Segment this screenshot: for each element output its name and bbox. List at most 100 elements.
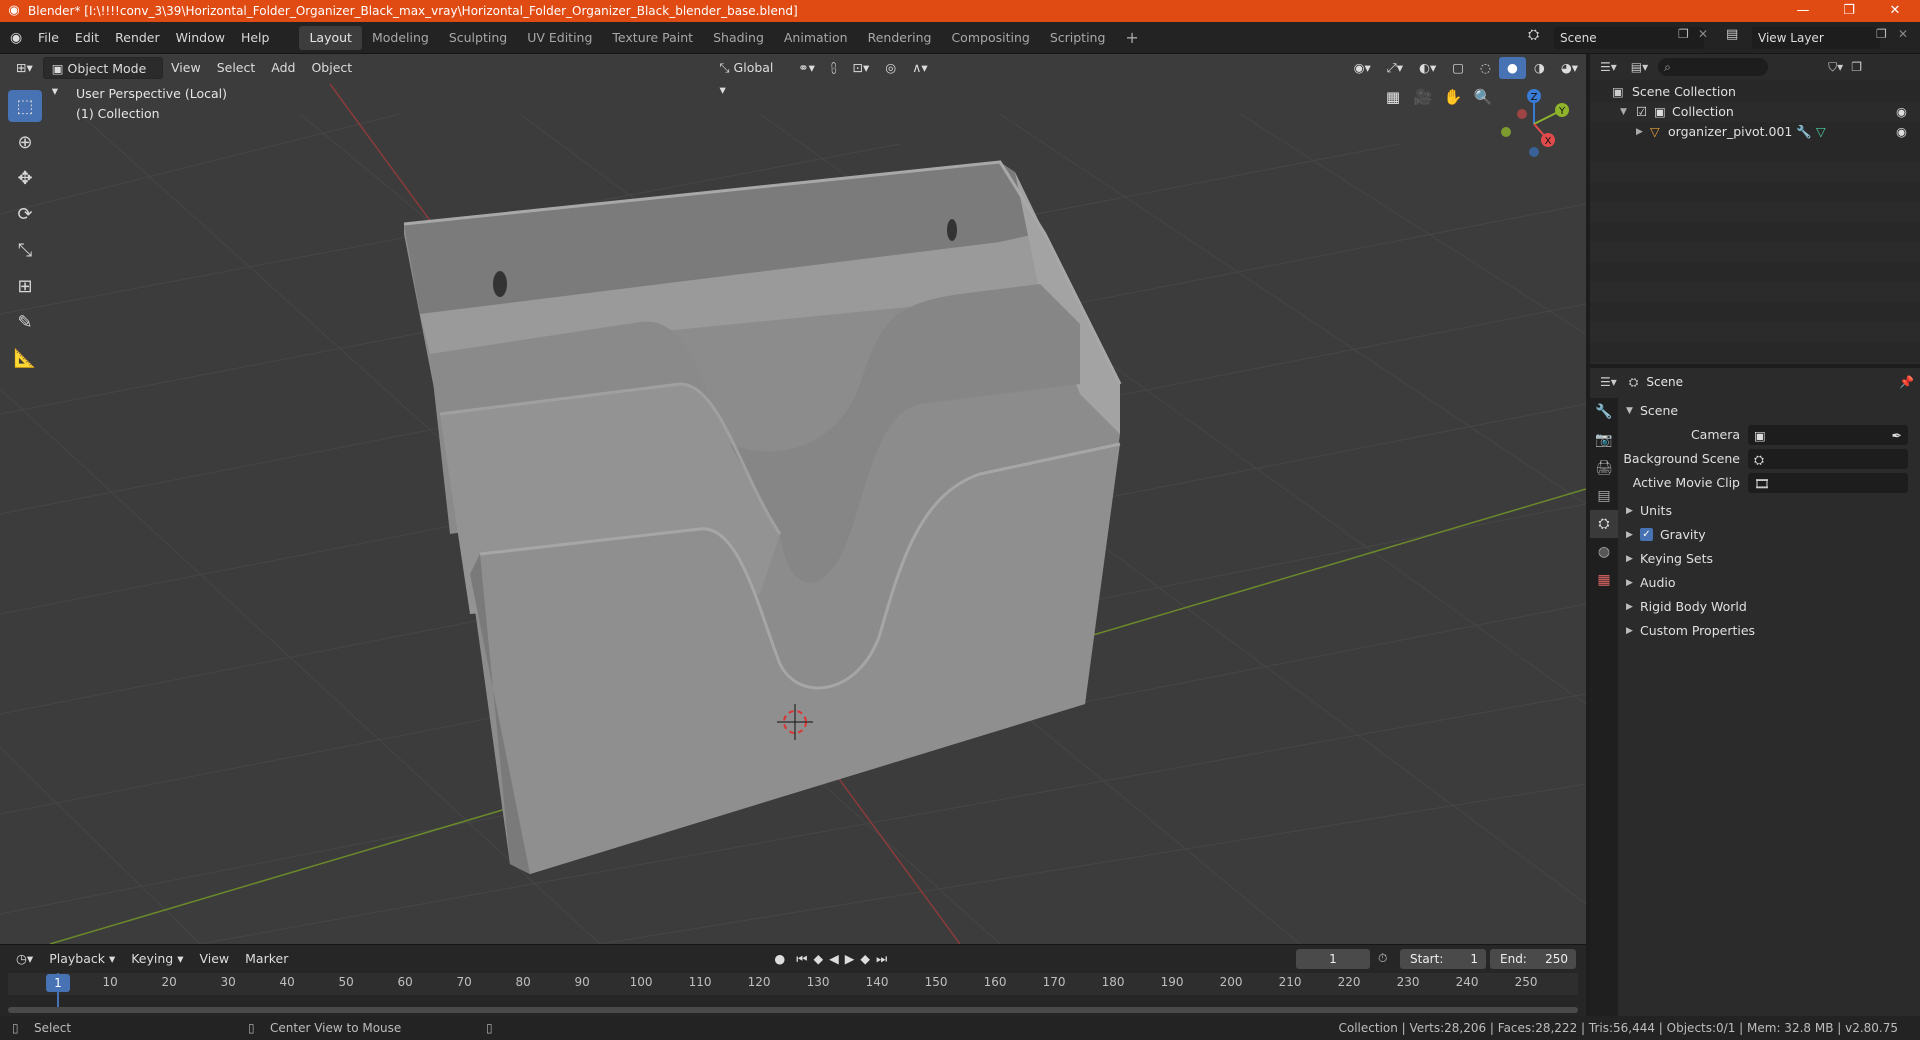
expand-arrow-icon[interactable]: ▼	[1620, 102, 1627, 122]
transform-orientation-dropdown[interactable]: ⤡ Global ▾	[712, 57, 791, 97]
jump-end-icon[interactable]: ⏭	[873, 948, 890, 970]
blender-menu-icon[interactable]: ◉	[10, 30, 24, 46]
menu-add[interactable]: Add	[263, 57, 303, 79]
play-reverse-icon[interactable]: ◀	[826, 948, 842, 970]
filter-icon[interactable]: ⛉▾	[1828, 60, 1843, 75]
transform-icon[interactable]: ⊞	[8, 270, 42, 302]
scale-icon[interactable]: ⤡	[8, 234, 42, 266]
expand-arrow-icon[interactable]: ▶	[1636, 122, 1643, 142]
end-frame-field[interactable]: End: 250	[1490, 949, 1576, 969]
pan-hand-icon[interactable]: ✋	[1440, 84, 1466, 110]
current-frame-field[interactable]: 1	[1296, 949, 1370, 969]
shading-wireframe-icon[interactable]: ◌	[1472, 57, 1499, 79]
menu-playback[interactable]: Playback ▾	[41, 948, 123, 970]
proportional-edit-icon[interactable]: ◎	[877, 57, 904, 79]
outliner-search-input[interactable]: ⌕	[1658, 58, 1769, 76]
measure-icon[interactable]: 📐	[8, 342, 42, 374]
visibility-icon[interactable]: ◉▾	[1346, 57, 1379, 79]
menu-window[interactable]: Window	[168, 22, 233, 54]
tab-compositing[interactable]: Compositing	[941, 26, 1039, 50]
menu-edit[interactable]: Edit	[67, 22, 107, 54]
overlay-icon[interactable]: ◐▾	[1411, 57, 1444, 79]
record-icon[interactable]: ●	[766, 948, 793, 970]
scene-tab-icon[interactable]: ⛭	[1590, 510, 1618, 538]
falloff-icon[interactable]: ∧▾	[904, 57, 935, 79]
subpanel-rigid-body-world[interactable]: ▶ Rigid Body World	[1620, 596, 1920, 618]
tab-shading[interactable]: Shading	[703, 26, 774, 50]
jump-start-icon[interactable]: ⏮	[793, 948, 810, 970]
display-mode-icon[interactable]: ▤▾	[1631, 60, 1648, 74]
next-keyframe-icon[interactable]: ◆	[857, 948, 873, 970]
restore-icon[interactable]: ❐	[1826, 0, 1872, 22]
3d-viewport[interactable]: ⊞▾ ▣ Object Mode ▾ View Select Add Objec…	[0, 54, 1586, 944]
menu-view[interactable]: View	[163, 57, 209, 79]
outliner-row-object[interactable]: ▶ ▽ organizer_pivot.001 🔧 ▽ ◉	[1590, 122, 1920, 142]
scene-panel-header[interactable]: ▼ Scene	[1620, 400, 1920, 422]
zoom-icon[interactable]: 🔍	[1470, 84, 1496, 110]
snap-icon[interactable]: ⩉	[823, 57, 845, 79]
editor-type-icon[interactable]: ⊞▾	[8, 57, 41, 79]
world-tab-icon[interactable]: ◍	[1590, 538, 1618, 566]
snap-target-icon[interactable]: ⊡▾	[845, 57, 878, 79]
timeline-scrollbar[interactable]	[8, 1007, 1578, 1013]
active-movie-clip-field[interactable]: 🎞	[1748, 473, 1908, 493]
rotate-icon[interactable]: ⟳	[8, 198, 42, 230]
minimize-icon[interactable]: —	[1780, 0, 1826, 22]
outliner-row-collection[interactable]: ▼ ☑ ▣ Collection ◉	[1590, 102, 1920, 122]
view-layer-tab-icon[interactable]: ▤	[1590, 482, 1618, 510]
select-box-icon[interactable]: ⬚	[8, 90, 42, 122]
move-icon[interactable]: ✥	[8, 162, 42, 194]
pin-icon[interactable]: 📌	[1899, 375, 1914, 389]
tab-animation[interactable]: Animation	[774, 26, 858, 50]
render-tab-icon[interactable]: 📷	[1590, 426, 1618, 454]
menu-keying[interactable]: Keying ▾	[123, 948, 191, 970]
texture-tab-icon[interactable]: ▦	[1590, 566, 1618, 594]
tab-uv-editing[interactable]: UV Editing	[517, 26, 602, 50]
background-scene-field[interactable]: ⛭	[1748, 449, 1908, 469]
subpanel-audio[interactable]: ▶ Audio	[1620, 572, 1920, 594]
tab-modeling[interactable]: Modeling	[362, 26, 439, 50]
tool-tab-icon[interactable]: 🔧	[1590, 398, 1618, 426]
menu-file[interactable]: File	[30, 22, 67, 54]
eyedropper-icon[interactable]: ✒	[1892, 425, 1902, 447]
camera-field[interactable]: ▣ ✒	[1748, 425, 1908, 445]
grid-view-icon[interactable]: ▦	[1380, 84, 1406, 110]
view-layer-icon[interactable]: ▤	[1726, 27, 1738, 42]
delete-scene-icon[interactable]: ✕	[1698, 27, 1708, 41]
tab-layout[interactable]: Layout	[299, 25, 362, 50]
navigation-gizmo[interactable]: Z Y X	[1494, 84, 1574, 164]
xray-icon[interactable]: ▢	[1444, 57, 1472, 79]
menu-timeline-view[interactable]: View	[191, 948, 237, 970]
camera-view-icon[interactable]: 🎥	[1410, 84, 1436, 110]
pivot-point-icon[interactable]: ⚭▾	[790, 57, 823, 79]
tab-rendering[interactable]: Rendering	[858, 26, 942, 50]
gizmo-icon[interactable]: ⤢▾	[1379, 57, 1411, 79]
subpanel-keying-sets[interactable]: ▶ Keying Sets	[1620, 548, 1920, 570]
subpanel-gravity[interactable]: ▶ ✓ Gravity	[1620, 524, 1920, 546]
subpanel-units[interactable]: ▶ Units	[1620, 500, 1920, 522]
timeline-editor-icon[interactable]: ◷▾	[8, 948, 41, 970]
scene-icon[interactable]: ⛭	[1528, 27, 1539, 43]
annotate-icon[interactable]: ✎	[8, 306, 42, 338]
checkbox-icon[interactable]: ☑	[1636, 102, 1647, 122]
delete-view-layer-icon[interactable]: ✕	[1898, 27, 1908, 41]
menu-render[interactable]: Render	[107, 22, 168, 54]
tab-texture-paint[interactable]: Texture Paint	[602, 26, 703, 50]
shading-solid-icon[interactable]: ●	[1498, 57, 1526, 79]
playhead-frame[interactable]: 1	[46, 974, 70, 992]
view-layer-selector[interactable]: View Layer	[1752, 27, 1880, 49]
mode-selector[interactable]: ▣ Object Mode ▾	[42, 57, 164, 98]
menu-object[interactable]: Object	[303, 57, 360, 79]
plus-icon[interactable]: +	[1115, 26, 1148, 50]
menu-select[interactable]: Select	[209, 57, 264, 79]
gravity-checkbox[interactable]: ✓	[1640, 528, 1653, 541]
modifier-wrench-icon[interactable]: 🔧	[1796, 122, 1812, 142]
eye-icon[interactable]: ◉	[1896, 122, 1907, 142]
subpanel-custom-properties[interactable]: ▶ Custom Properties	[1620, 620, 1920, 642]
prev-keyframe-icon[interactable]: ◆	[811, 948, 827, 970]
new-view-layer-icon[interactable]: ❐	[1876, 27, 1887, 41]
output-tab-icon[interactable]: 🖨	[1590, 454, 1618, 482]
shading-rendered-icon[interactable]: ◕▾	[1553, 57, 1586, 79]
menu-help[interactable]: Help	[233, 22, 278, 54]
eye-icon[interactable]: ◉	[1896, 102, 1907, 122]
